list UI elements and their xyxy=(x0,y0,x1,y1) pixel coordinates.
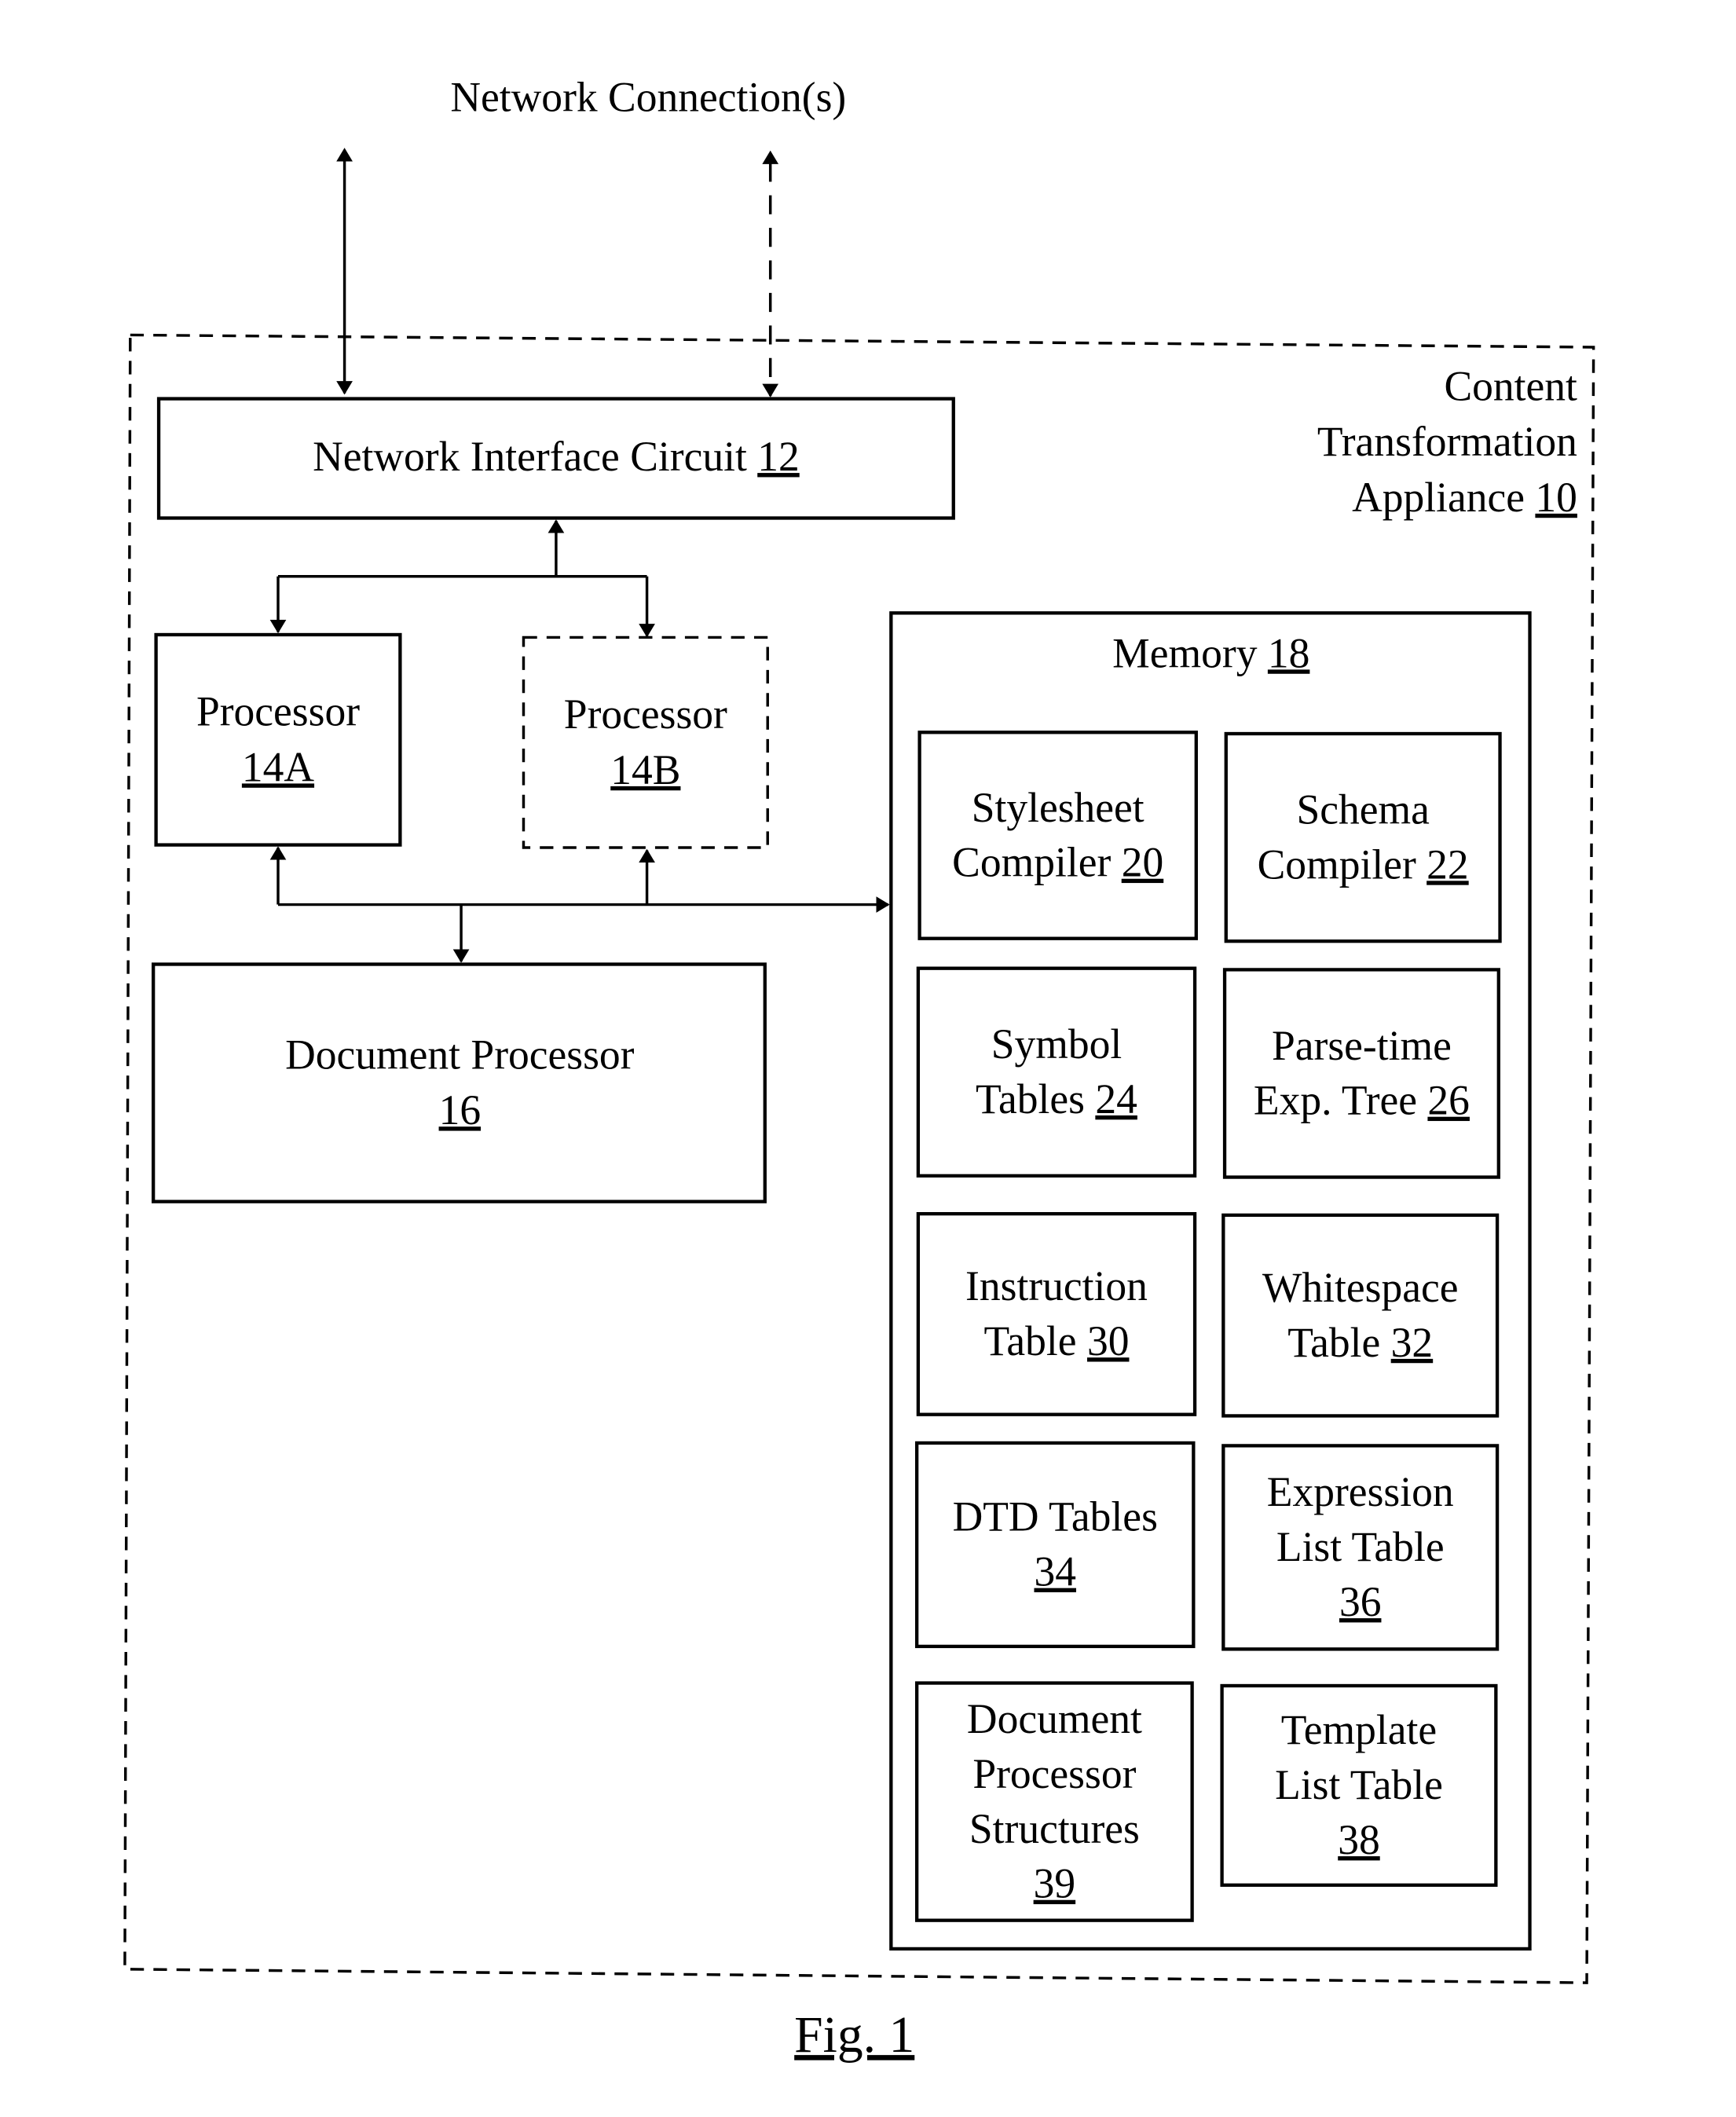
svg-text:Network Interface Circuit 12: Network Interface Circuit 12 xyxy=(313,433,800,480)
memory-item-label: Compiler 22 xyxy=(1258,841,1469,888)
svg-text:Processor: Processor xyxy=(564,690,727,738)
memory-item-label: List Table xyxy=(1276,1523,1445,1570)
memory-item-label: Parse-time xyxy=(1272,1022,1452,1069)
network-connections-label: Network Connection(s) xyxy=(450,74,846,121)
memory-item-label: DTD Tables xyxy=(953,1493,1158,1540)
memory-item-label: Compiler 20 xyxy=(952,839,1163,886)
memory-item-24: Symbol Tables 24 xyxy=(916,966,1197,1178)
memory-item-38: Template List Table 38 xyxy=(1220,1683,1498,1887)
memory-item-label: Tables 24 xyxy=(976,1075,1137,1123)
memory-item-ref: 20 xyxy=(1122,839,1164,886)
svg-text:Transformation: Transformation xyxy=(1317,418,1577,465)
memory-item-label: Stylesheet xyxy=(972,784,1145,831)
svg-text:Document Processor: Document Processor xyxy=(285,1031,635,1078)
memory-item-label: Whitespace xyxy=(1262,1264,1459,1311)
memory-item-label: Template xyxy=(1281,1706,1437,1753)
memory-item-ref: 34 xyxy=(1034,1548,1076,1595)
memory-item-ref: 30 xyxy=(1087,1317,1130,1364)
memory-item-ref: 36 xyxy=(1339,1578,1382,1625)
svg-text:Content: Content xyxy=(1444,362,1577,409)
memory-item-32: Whitespace Table 32 xyxy=(1221,1213,1500,1418)
memory-item-ref: 24 xyxy=(1095,1075,1137,1123)
network-interface-circuit: Network Interface Circuit 12 xyxy=(156,397,955,520)
processor-14a: Processor 14A xyxy=(154,632,402,847)
processor-14b: Processor 14B xyxy=(522,635,769,849)
memory-item-30: Instruction Table 30 xyxy=(916,1212,1197,1416)
svg-text:16: 16 xyxy=(439,1086,482,1134)
memory-item-ref: 26 xyxy=(1427,1077,1470,1124)
memory-item-label: Exp. Tree 26 xyxy=(1254,1077,1470,1124)
memory-item-label: Schema xyxy=(1296,786,1430,833)
memory-item-ref: 39 xyxy=(1034,1860,1076,1907)
memory-item-label: Structures xyxy=(969,1805,1140,1852)
memory-item-label: Document xyxy=(967,1695,1142,1742)
svg-text:14A: 14A xyxy=(242,743,315,790)
memory-item-26: Parse-time Exp. Tree 26 xyxy=(1222,968,1500,1179)
memory-item-ref: 32 xyxy=(1391,1319,1434,1366)
block-diagram: Network Connection(s) Content Transforma… xyxy=(123,74,1595,2064)
memory-item-22: Schema Compiler 22 xyxy=(1224,731,1502,943)
svg-text:Appliance 10: Appliance 10 xyxy=(1352,474,1577,521)
appliance-ref: 10 xyxy=(1535,474,1577,521)
svg-text:14B: 14B xyxy=(610,746,680,793)
memory-item-20: Stylesheet Compiler 20 xyxy=(917,731,1198,940)
memory-item-label: Expression xyxy=(1267,1468,1454,1515)
document-processor: Document Processor 16 xyxy=(151,962,767,1203)
memory-item-label: Instruction xyxy=(965,1262,1148,1309)
figure-caption: Fig. 1 xyxy=(794,2007,914,2064)
svg-text:Processor: Processor xyxy=(196,688,360,735)
memory-item-label: Symbol xyxy=(991,1020,1123,1068)
memory-item-ref: 22 xyxy=(1427,841,1469,888)
memory-item-label: Table 32 xyxy=(1287,1319,1433,1366)
memory-item-36: Expression List Table 36 xyxy=(1221,1444,1500,1651)
memory-item-ref: 38 xyxy=(1338,1816,1380,1863)
memory-item-label: List Table xyxy=(1275,1761,1443,1808)
memory-item-39: Document Processor Structures 39 xyxy=(914,1681,1194,1922)
memory-item-34: DTD Tables 34 xyxy=(914,1441,1196,1649)
memory-item-label: Table 30 xyxy=(983,1317,1129,1364)
svg-text:Memory 18: Memory 18 xyxy=(1112,629,1309,676)
memory-item-label: Processor xyxy=(972,1750,1136,1797)
